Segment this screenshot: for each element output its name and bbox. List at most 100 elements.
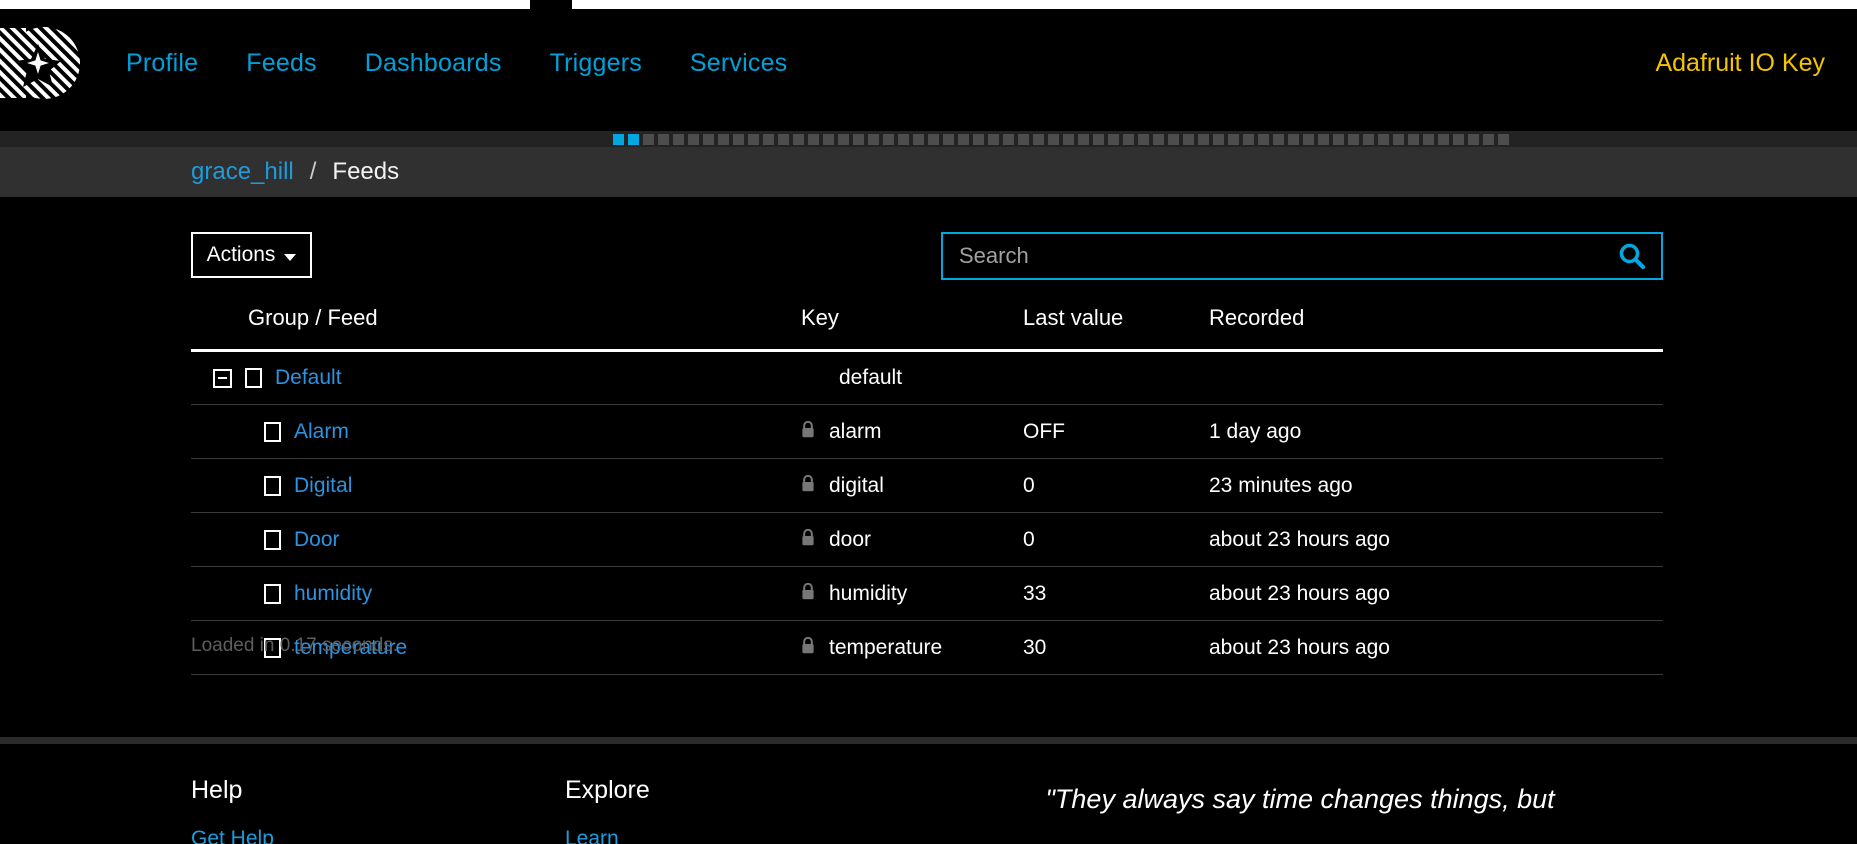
progress-dots <box>613 134 1509 145</box>
progress-dot <box>703 134 714 145</box>
feeds-table-body: DefaultdefaultAlarmalarmOFF1 day agoDigi… <box>191 351 1663 675</box>
chevron-down-icon <box>284 254 296 261</box>
feed-name-link[interactable]: Digital <box>294 474 352 498</box>
row-checkbox[interactable] <box>264 584 281 604</box>
nav-link-profile[interactable]: Profile <box>102 41 222 86</box>
actions-button[interactable]: Actions <box>191 232 312 278</box>
adafruit-io-logo[interactable] <box>0 22 84 104</box>
progress-dot <box>658 134 669 145</box>
progress-dot <box>1273 134 1284 145</box>
progress-dot <box>943 134 954 145</box>
feed-key: digital <box>829 474 884 498</box>
search-input[interactable] <box>943 243 1603 269</box>
footer-column-help: Help Get Help <box>191 776 274 844</box>
nav-link-triggers[interactable]: Triggers <box>526 41 666 86</box>
progress-dot <box>1153 134 1164 145</box>
progress-dot <box>1258 134 1269 145</box>
footer-link-get-help[interactable]: Get Help <box>191 827 274 844</box>
table-row[interactable]: humidity humidity 33about 23 hours ago <box>191 567 1663 621</box>
search-box[interactable] <box>941 232 1663 280</box>
footer-link-learn[interactable]: Learn <box>565 827 650 844</box>
lock-icon <box>801 529 815 546</box>
progress-dot <box>1123 134 1134 145</box>
feed-name-link[interactable]: humidity <box>294 582 372 606</box>
progress-dot <box>1408 134 1419 145</box>
row-checkbox[interactable] <box>245 368 262 388</box>
progress-dot <box>1018 134 1029 145</box>
nav-link-services[interactable]: Services <box>666 41 811 86</box>
lock-icon <box>801 582 815 606</box>
table-row-group[interactable]: Default default <box>191 351 1663 405</box>
breadcrumb-user[interactable]: grace_hill <box>191 158 294 186</box>
feed-recorded: about 23 hours ago <box>1209 567 1663 621</box>
feeds-toolbar: Actions <box>191 232 1663 278</box>
lock-icon <box>801 583 815 600</box>
progress-dot <box>1423 134 1434 145</box>
row-checkbox[interactable] <box>264 530 281 550</box>
progress-dot <box>628 134 639 145</box>
progress-dot <box>1078 134 1089 145</box>
progress-dot <box>688 134 699 145</box>
row-checkbox[interactable] <box>264 422 281 442</box>
feed-key: alarm <box>829 420 882 444</box>
row-checkbox[interactable] <box>264 476 281 496</box>
group-last-value <box>1023 351 1209 405</box>
progress-dot <box>838 134 849 145</box>
feed-name-link[interactable]: Door <box>294 528 340 552</box>
progress-dot <box>1288 134 1299 145</box>
collapse-toggle-icon[interactable] <box>213 369 232 388</box>
feed-name-link[interactable]: Alarm <box>294 420 349 444</box>
group-recorded <box>1209 351 1663 405</box>
progress-dot <box>1243 134 1254 145</box>
table-row[interactable]: AlarmalarmOFF1 day ago <box>191 405 1663 459</box>
progress-dot <box>1183 134 1194 145</box>
table-header-row: Group / Feed Key Last value Recorded <box>191 305 1663 351</box>
progress-dot <box>988 134 999 145</box>
nav-links: Profile Feeds Dashboards Triggers Servic… <box>102 41 811 86</box>
table-row[interactable]: temperaturetemperature30about 23 hours a… <box>191 621 1663 675</box>
progress-dot <box>1363 134 1374 145</box>
actions-button-label: Actions <box>207 243 276 267</box>
nav-link-feeds[interactable]: Feeds <box>222 41 340 86</box>
progress-dot <box>928 134 939 145</box>
group-name-link[interactable]: Default <box>275 366 342 390</box>
progress-dot <box>1303 134 1314 145</box>
progress-dot <box>1033 134 1044 145</box>
progress-dot <box>1483 134 1494 145</box>
footer-heading-help: Help <box>191 776 274 805</box>
search-icon <box>1617 241 1647 271</box>
progress-dot <box>1138 134 1149 145</box>
feed-key: humidity <box>829 582 907 606</box>
breadcrumb-separator: / <box>310 158 317 186</box>
adafruit-io-key-link[interactable]: Adafruit IO Key <box>1651 41 1829 86</box>
table-row[interactable]: Digitaldigital023 minutes ago <box>191 459 1663 513</box>
search-button[interactable] <box>1603 234 1661 278</box>
progress-dot <box>643 134 654 145</box>
progress-dot <box>898 134 909 145</box>
feeds-table: Group / Feed Key Last value Recorded Def… <box>191 305 1663 675</box>
feed-last-value: 33 <box>1023 567 1209 621</box>
footer-heading-explore: Explore <box>565 776 650 805</box>
progress-dot <box>1378 134 1389 145</box>
feed-recorded: about 23 hours ago <box>1209 513 1663 567</box>
page-load-progress-strip <box>0 131 1857 147</box>
progress-dot <box>778 134 789 145</box>
progress-dot <box>1438 134 1449 145</box>
lock-icon <box>801 637 815 654</box>
feed-recorded: about 23 hours ago <box>1209 621 1663 675</box>
main-navbar: Profile Feeds Dashboards Triggers Servic… <box>0 9 1857 117</box>
feed-last-value: 30 <box>1023 621 1209 675</box>
feed-last-value: 0 <box>1023 459 1209 513</box>
progress-dot <box>853 134 864 145</box>
progress-dot <box>1453 134 1464 145</box>
progress-dot <box>673 134 684 145</box>
progress-dot <box>973 134 984 145</box>
progress-dot <box>913 134 924 145</box>
nav-link-dashboards[interactable]: Dashboards <box>341 41 526 86</box>
breadcrumb: grace_hill / Feeds <box>0 147 1857 197</box>
progress-dot <box>718 134 729 145</box>
progress-dot <box>1048 134 1059 145</box>
browser-top-strip <box>0 0 1857 9</box>
table-row[interactable]: Doordoor0about 23 hours ago <box>191 513 1663 567</box>
group-key: default <box>839 366 902 390</box>
